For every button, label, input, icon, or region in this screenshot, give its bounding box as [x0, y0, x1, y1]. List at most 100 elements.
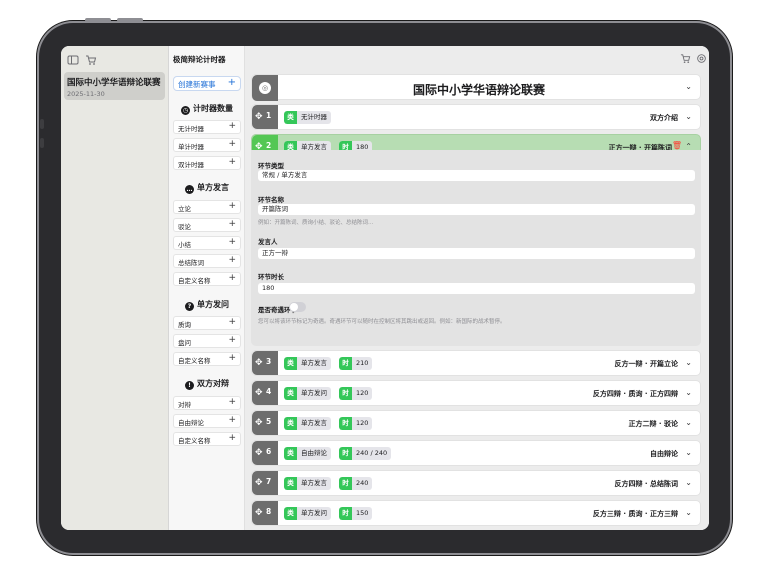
chevron-down-icon[interactable]: ⌄ — [685, 478, 692, 487]
question-icon: ? — [185, 302, 194, 311]
template-item[interactable]: 自定义名称 + — [173, 432, 241, 446]
plus-icon: + — [228, 397, 236, 407]
segment-row[interactable]: ✥ 3 类单方发言 时 210 反方一辩 · 开篇立论 ⌄ — [251, 350, 701, 376]
template-item[interactable]: 双计时器 + — [173, 156, 241, 170]
time-chip: 时 240 / 240 — [339, 447, 392, 460]
drag-handle-icon[interactable]: ✥ — [252, 381, 278, 405]
segment-row[interactable]: ✥ 5 类单方发言 时 120 正方二辩 · 驳论 ⌄ — [251, 410, 701, 436]
trash-icon[interactable]: 🗑 — [672, 141, 682, 150]
segment-number: 5 — [266, 417, 272, 426]
plus-icon: + — [227, 77, 236, 88]
plus-icon: + — [228, 353, 236, 363]
type-label: 环节类型 — [258, 162, 284, 170]
segment-speaker: 双方介绍 — [650, 114, 678, 122]
drag-handle-icon[interactable]: ✥ — [252, 411, 278, 435]
template-item[interactable]: 自定义名称 + — [173, 272, 241, 286]
time-chip: 时 210 — [339, 357, 373, 370]
time-chip: 时 150 — [339, 507, 373, 520]
drag-handle-icon[interactable]: ✥ — [252, 501, 278, 525]
chevron-down-icon[interactable]: ⌄ — [685, 388, 692, 397]
chevron-down-icon[interactable]: ⌄ — [685, 418, 692, 427]
plus-icon: + — [228, 201, 236, 211]
segment-row[interactable]: ✥ 8 类单方发问 时 150 反方三辩 · 质询 · 正方三辩 ⌄ — [251, 500, 701, 526]
app-screen: 国际中小学华语辩论联赛 2025-11-30 极简辩论计时器 创建新赛事 + ◷… — [61, 46, 709, 530]
chevron-down-icon[interactable]: ⌄ — [685, 112, 692, 121]
time-chip: 时 240 — [339, 477, 373, 490]
template-item[interactable]: 对辩 + — [173, 396, 241, 410]
segment-row[interactable]: ✥ 7 类单方发言 时 240 反方四辩 · 总结陈词 ⌄ — [251, 470, 701, 496]
new-competition-label: 创建新赛事 — [178, 80, 216, 89]
name-field[interactable]: 开篇陈词 — [258, 204, 695, 215]
speech-bubble-icon: … — [185, 185, 194, 194]
segment-number: 4 — [266, 387, 272, 396]
chevron-down-icon[interactable]: ⌄ — [685, 82, 692, 91]
new-competition-button[interactable]: 创建新赛事 + — [173, 76, 241, 91]
duration-label: 环节时长 — [258, 273, 284, 281]
plus-icon: + — [228, 219, 236, 229]
segment-number: 8 — [266, 507, 272, 516]
segment-speaker: 自由辩论 — [650, 450, 678, 458]
segment-speaker: 反方四辩 · 总结陈词 — [614, 480, 678, 488]
segment-row[interactable]: ✥ 1 类无计时器 双方介绍 ⌄ — [251, 104, 701, 130]
drag-handle-icon[interactable]: ✥ — [252, 351, 278, 375]
time-chip: 时 120 — [339, 417, 373, 430]
side-button — [40, 138, 44, 148]
competition-header-card[interactable]: ◎ 国际中小学华语辩论联赛 ⌄ — [251, 74, 701, 101]
plus-icon: + — [228, 273, 236, 283]
type-select[interactable]: 常规 / 单方发言 — [258, 170, 695, 181]
type-chip: 类无计时器 — [284, 111, 331, 124]
chevron-down-icon[interactable]: ⌄ — [685, 508, 692, 517]
chevron-down-icon[interactable]: ⌄ — [685, 358, 692, 367]
plus-icon: + — [228, 255, 236, 265]
app-title: 极简辩论计时器 — [173, 55, 226, 64]
plus-icon: + — [228, 335, 236, 345]
name-hint: 例如：开篇陈词、质询小结、驳论、总结陈词… — [258, 220, 374, 226]
cart-icon[interactable] — [85, 54, 97, 66]
type-chip: 类单方发言 — [284, 357, 331, 370]
duration-field[interactable]: 180 — [258, 283, 695, 294]
volume-button — [85, 18, 111, 22]
template-item[interactable]: 总结陈词 + — [173, 254, 241, 268]
template-item[interactable]: 立论 + — [173, 200, 241, 214]
competition-title: 国际中小学华语辩论联赛 — [67, 78, 161, 88]
drag-handle-icon[interactable]: ✥ — [252, 105, 278, 129]
type-chip: 类单方发言 — [284, 477, 331, 490]
logo-icon: ◎ — [259, 82, 271, 94]
plus-icon: + — [228, 237, 236, 247]
competition-item[interactable]: 国际中小学华语辩论联赛 2025-11-30 — [64, 72, 165, 100]
template-item[interactable]: 单计时器 + — [173, 138, 241, 152]
sidebar-toggle-icon[interactable] — [67, 54, 79, 66]
exclamation-icon: ! — [185, 381, 194, 390]
optional-toggle[interactable] — [289, 302, 306, 312]
drag-handle-icon[interactable]: ✥ — [252, 471, 278, 495]
template-item[interactable]: 小结 + — [173, 236, 241, 250]
template-item[interactable]: 无计时器 + — [173, 120, 241, 134]
plus-icon: + — [228, 317, 236, 327]
segment-number: 7 — [266, 477, 272, 486]
segment-row[interactable]: ✥ 4 类单方发问 时 120 反方四辩 · 质询 · 正方四辩 ⌄ — [251, 380, 701, 406]
template-item[interactable]: 盘问 + — [173, 334, 241, 348]
segment-speaker: 反方三辩 · 质询 · 正方三辩 — [592, 510, 678, 518]
type-chip: 类自由辩论 — [284, 447, 331, 460]
chevron-down-icon[interactable]: ⌄ — [685, 448, 692, 457]
segment-detail-panel: 环节类型 常规 / 单方发言 环节名称 开篇陈词 例如：开篇陈词、质询小结、驳论… — [251, 150, 701, 346]
name-label: 环节名称 — [258, 196, 284, 204]
template-item[interactable]: 驳论 + — [173, 218, 241, 232]
competition-sidebar: 国际中小学华语辩论联赛 2025-11-30 — [61, 46, 169, 530]
group-header-single-speech: … 单方发言 — [185, 183, 229, 194]
segment-row[interactable]: ✥ 6 类自由辩论 时 240 / 240 自由辩论 ⌄ — [251, 440, 701, 466]
plus-icon: + — [228, 157, 236, 167]
optional-hint: 您可以将该环节标记为奇遇。奇遇环节可以随时在控制区将其跳出或返回。例如：新国际的… — [258, 319, 506, 325]
template-item[interactable]: 质询 + — [173, 316, 241, 330]
template-item[interactable]: 自由辩论 + — [173, 414, 241, 428]
speaker-field[interactable]: 正方一辩 — [258, 248, 695, 259]
plus-icon: + — [228, 139, 236, 149]
side-button — [40, 119, 44, 129]
group-header-timer-count: ◷ 计时器数量 — [181, 104, 233, 115]
template-sidebar: 极简辩论计时器 创建新赛事 + ◷ 计时器数量 无计时器 + 单计时器 + 双计时器 +… — [169, 46, 245, 530]
drag-handle-icon[interactable]: ✥ — [252, 441, 278, 465]
type-chip: 类单方发问 — [284, 387, 331, 400]
template-item[interactable]: 自定义名称 + — [173, 352, 241, 366]
settings-gear-icon[interactable] — [696, 53, 707, 67]
cart-icon[interactable] — [680, 53, 691, 67]
